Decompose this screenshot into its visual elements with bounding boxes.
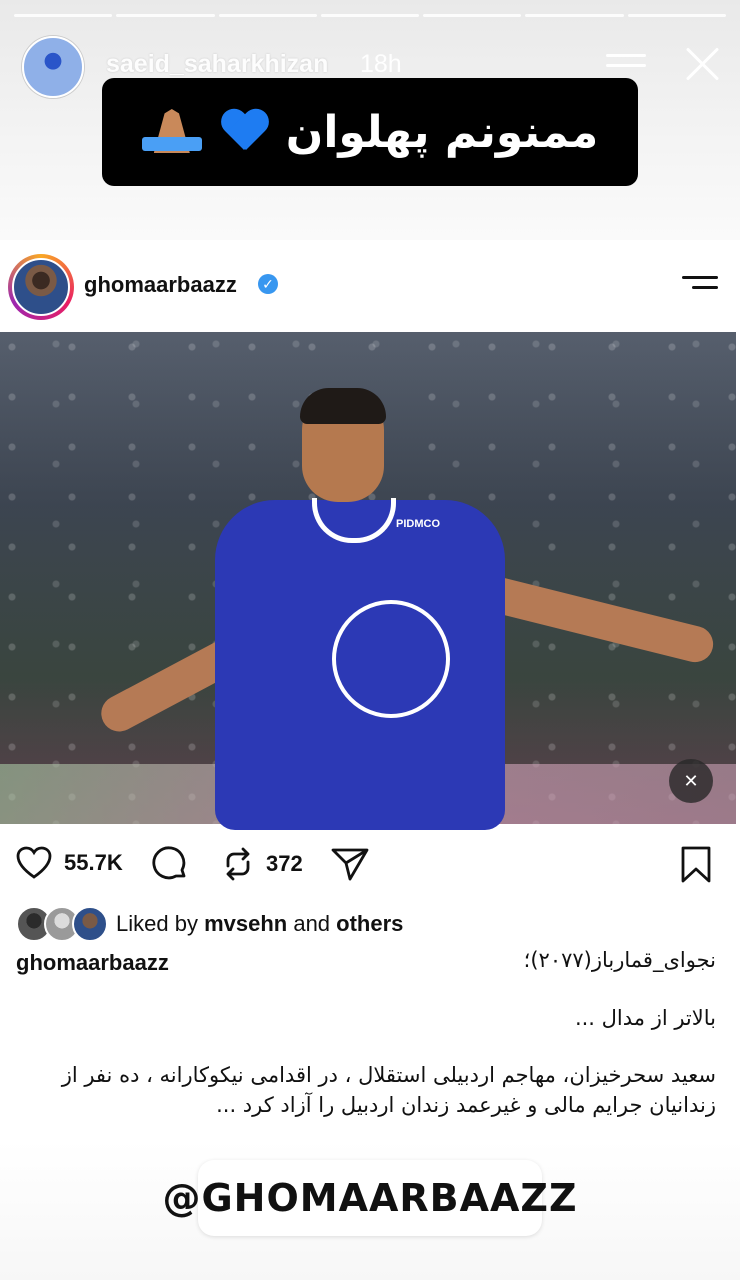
progress-segment (116, 14, 215, 17)
story-menu-icon[interactable] (606, 54, 646, 78)
progress-segment (218, 14, 317, 17)
repost-count: 372 (266, 851, 303, 876)
liked-by-others[interactable]: others (336, 911, 403, 936)
progress-segment (525, 14, 624, 17)
bookmark-icon[interactable] (680, 846, 712, 884)
liked-by-text: Liked by mvsehn and others (116, 911, 404, 936)
liked-by-user[interactable]: mvsehn (204, 911, 287, 936)
caption-sticker-text: ممنونم پهلوان (285, 106, 599, 158)
repost-button[interactable]: 372 (220, 846, 303, 882)
close-icon[interactable] (682, 44, 722, 84)
send-icon (330, 846, 370, 882)
comment-icon (152, 846, 188, 882)
jersey-sponsor-text: PIDMCO (396, 518, 440, 530)
post-avatar[interactable] (8, 254, 74, 320)
story-progress-bar (14, 14, 726, 17)
like-button[interactable]: 55.7K (16, 846, 123, 880)
liker-avatar (72, 906, 108, 942)
progress-segment (320, 14, 420, 17)
post-menu-icon[interactable] (682, 276, 718, 296)
caption-username[interactable]: ghomaarbaazz (16, 950, 169, 976)
mention-sticker[interactable]: @GHOMAARBAAZZ (162, 1160, 577, 1236)
liked-by-row[interactable]: Liked by mvsehn and others (16, 906, 403, 942)
story-username[interactable]: saeid_saharkhizan (106, 50, 328, 79)
comment-button[interactable] (152, 846, 188, 882)
progress-segment (14, 14, 113, 17)
post-header: ghomaarbaazz ✓ (0, 248, 740, 328)
caption-paragraph: سعید سحرخیزان، مهاجم اردبیلی استقلال ، د… (61, 1063, 716, 1117)
heart-icon (16, 846, 52, 880)
post-username[interactable]: ghomaarbaazz (84, 272, 237, 298)
player-hair (300, 388, 386, 424)
progress-segment (627, 14, 726, 17)
story-caption-sticker: ممنونم پهلوان (102, 78, 638, 186)
story-avatar[interactable] (22, 36, 84, 98)
post-actions-bar: 55.7K 372 (0, 840, 740, 894)
story-timestamp: 18h (360, 50, 402, 78)
repost-icon (220, 846, 256, 882)
likes-count: 55.7K (64, 850, 123, 875)
folded-hands-icon (141, 107, 202, 157)
caption-line-2: بالاتر از مدال ... (574, 1006, 716, 1030)
jersey-sponsor-logo (332, 600, 450, 718)
mute-icon[interactable]: ✕ (669, 759, 713, 803)
blue-heart-icon (220, 110, 268, 154)
caption-line-1: نجوای_قمارباز(۲۰۷۷)؛ (523, 948, 716, 972)
share-button[interactable] (330, 846, 370, 882)
progress-segment (423, 14, 522, 17)
verified-badge-icon: ✓ (258, 274, 278, 294)
